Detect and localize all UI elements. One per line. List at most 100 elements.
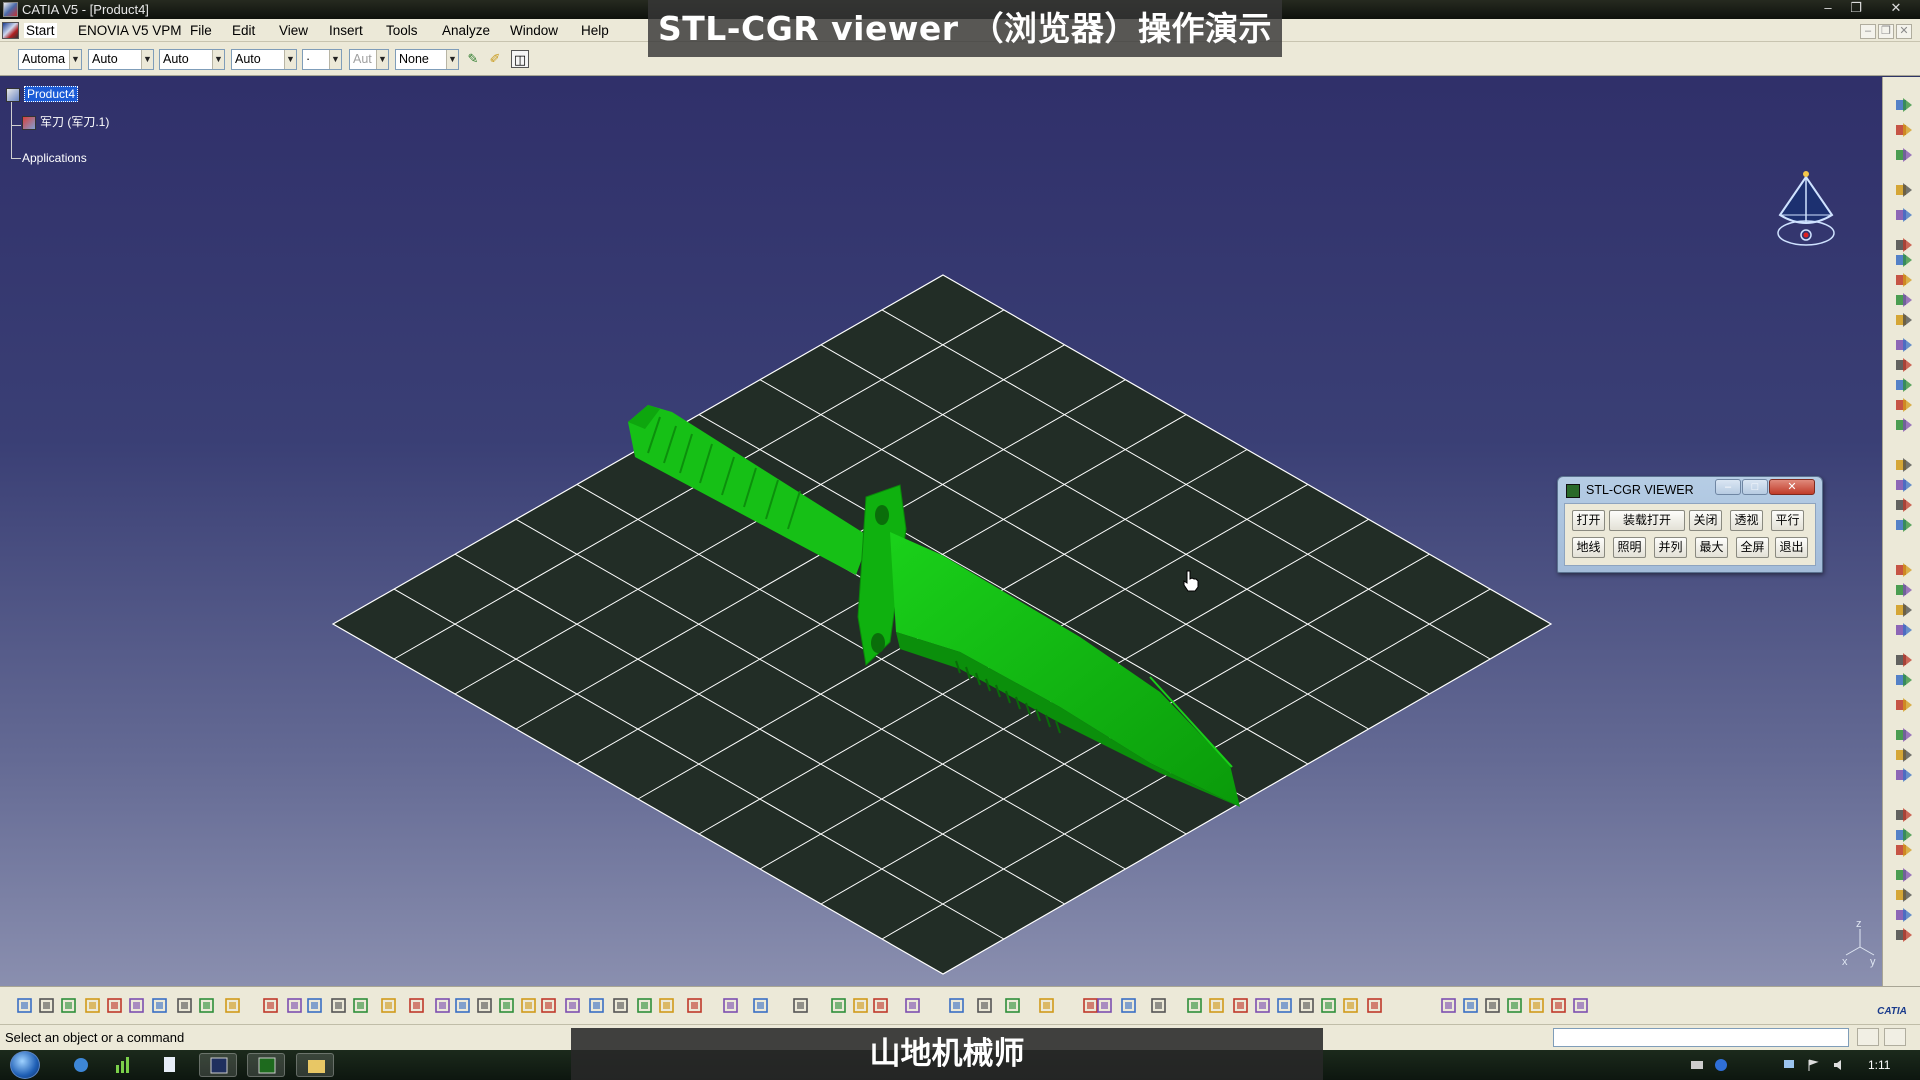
toolbar-right-icon[interactable]: [1895, 672, 1913, 688]
tray-network-icon[interactable]: [1782, 1058, 1796, 1072]
menu-tools[interactable]: Tools: [386, 23, 418, 38]
toolbar-bottom-icon[interactable]: [1208, 997, 1226, 1015]
toolbar-bottom-icon[interactable]: [564, 997, 582, 1015]
toolbar-right-icon[interactable]: [1895, 887, 1913, 903]
toolbar-bottom-icon[interactable]: [588, 997, 606, 1015]
viewer-maximize-button[interactable]: □: [1742, 479, 1768, 495]
toolbar-bottom-icon[interactable]: [976, 997, 994, 1015]
toolbar-bottom-icon[interactable]: [1038, 997, 1056, 1015]
toolbar-right-icon[interactable]: [1895, 907, 1913, 923]
menu-insert[interactable]: Insert: [329, 23, 363, 38]
toolbar-bottom-icon[interactable]: [1484, 997, 1502, 1015]
toolbar-bottom-icon[interactable]: [262, 997, 280, 1015]
toolbar-right-icon[interactable]: [1895, 767, 1913, 783]
viewer-fullscreen-button[interactable]: 全屏: [1736, 537, 1769, 558]
menu-start[interactable]: Start: [24, 23, 57, 38]
toolbar-bottom-icon[interactable]: [1186, 997, 1204, 1015]
toolbar-bottom-icon[interactable]: [306, 997, 324, 1015]
toolbar-right-icon[interactable]: [1895, 292, 1913, 308]
viewer-load-open-button[interactable]: 装载打开: [1609, 510, 1685, 531]
taskbar-viewer-icon[interactable]: [247, 1053, 285, 1077]
viewer-wireframe-button[interactable]: 地线: [1572, 537, 1605, 558]
toolbar-bottom-icon[interactable]: [1004, 997, 1022, 1015]
toolbar-right-icon[interactable]: [1895, 582, 1913, 598]
toolbar-bottom-icon[interactable]: [352, 997, 370, 1015]
viewer-perspective-button[interactable]: 透视: [1730, 510, 1763, 531]
line-weight-combo[interactable]: Auto ▼: [159, 49, 225, 70]
tray-flag-icon[interactable]: [1806, 1058, 1820, 1072]
toolbar-bottom-icon[interactable]: [1506, 997, 1524, 1015]
toolbar-bottom-icon[interactable]: [454, 997, 472, 1015]
toolbar-bottom-icon[interactable]: [434, 997, 452, 1015]
taskbar-document-icon[interactable]: [150, 1053, 188, 1077]
toolbar-bottom-icon[interactable]: [852, 997, 870, 1015]
viewer-lighting-button[interactable]: 照明: [1613, 537, 1646, 558]
toolbar-right-icon[interactable]: [1895, 827, 1913, 843]
restore-button[interactable]: ❐: [1846, 1, 1866, 17]
menu-window[interactable]: Window: [510, 23, 558, 38]
toolbar-bottom-icon[interactable]: [106, 997, 124, 1015]
toolbar-bottom-icon[interactable]: [904, 997, 922, 1015]
viewer-close-button[interactable]: ✕: [1769, 479, 1815, 495]
tray-help-icon[interactable]: [1714, 1058, 1728, 1072]
toolbar-bottom-icon[interactable]: [1096, 997, 1114, 1015]
toolbar-bottom-icon[interactable]: [128, 997, 146, 1015]
menu-view[interactable]: View: [279, 23, 308, 38]
toolbar-right-icon[interactable]: [1895, 147, 1913, 163]
toolbar-bottom-icon[interactable]: [1342, 997, 1360, 1015]
viewer-maximize-view-button[interactable]: 最大: [1695, 537, 1728, 558]
layer-combo[interactable]: None ▼: [395, 49, 459, 70]
toolbar-right-icon[interactable]: [1895, 867, 1913, 883]
toolbar-right-icon[interactable]: [1895, 207, 1913, 223]
toolbar-bottom-icon[interactable]: [540, 997, 558, 1015]
toolbar-right-icon[interactable]: [1895, 807, 1913, 823]
painter-icon[interactable]: ✎: [464, 50, 482, 68]
minimize-button[interactable]: –: [1818, 1, 1838, 17]
viewer-open-button[interactable]: 打开: [1572, 510, 1605, 531]
viewer-exit-button[interactable]: 退出: [1775, 537, 1808, 558]
toolbar-bottom-icon[interactable]: [1366, 997, 1384, 1015]
format-paint-icon[interactable]: ✐: [486, 50, 504, 68]
transparency-combo[interactable]: Auto ▼: [88, 49, 154, 70]
toolbar-bottom-icon[interactable]: [872, 997, 890, 1015]
toolbar-bottom-icon[interactable]: [330, 997, 348, 1015]
toolbar-right-icon[interactable]: [1895, 602, 1913, 618]
doc-minimize-button[interactable]: –: [1860, 24, 1876, 39]
windows-start-button[interactable]: [10, 1051, 40, 1079]
toolbar-bottom-icon[interactable]: [84, 997, 102, 1015]
toolbar-right-icon[interactable]: [1895, 272, 1913, 288]
tree-node-applications[interactable]: Applications: [22, 151, 87, 165]
toolbar-right-icon[interactable]: [1895, 417, 1913, 433]
rendering-style-combo[interactable]: Aut ▼: [349, 49, 389, 70]
toolbar-bottom-icon[interactable]: [1120, 997, 1138, 1015]
toolbar-bottom-icon[interactable]: [224, 997, 242, 1015]
toolbar-right-icon[interactable]: [1895, 97, 1913, 113]
viewer-minimize-button[interactable]: –: [1715, 479, 1741, 495]
menu-file[interactable]: File: [190, 23, 212, 38]
toolbar-right-icon[interactable]: [1895, 312, 1913, 328]
toolbar-bottom-icon[interactable]: [658, 997, 676, 1015]
viewer-parallel-button[interactable]: 平行: [1771, 510, 1804, 531]
doc-restore-button[interactable]: ❐: [1878, 24, 1894, 39]
tray-keyboard-icon[interactable]: [1690, 1058, 1704, 1072]
toolbar-bottom-icon[interactable]: [60, 997, 78, 1015]
toolbar-right-icon[interactable]: [1895, 562, 1913, 578]
toolbar-bottom-icon[interactable]: [948, 997, 966, 1015]
toolbar-bottom-icon[interactable]: [286, 997, 304, 1015]
toolbar-right-icon[interactable]: [1895, 397, 1913, 413]
toolbar-bottom-icon[interactable]: [1298, 997, 1316, 1015]
toolbar-right-icon[interactable]: [1895, 182, 1913, 198]
toolbar-bottom-icon[interactable]: [1462, 997, 1480, 1015]
toolbar-bottom-icon[interactable]: [476, 997, 494, 1015]
toolbar-bottom-icon[interactable]: [498, 997, 516, 1015]
toolbar-right-icon[interactable]: [1895, 697, 1913, 713]
toolbar-bottom-icon[interactable]: [1150, 997, 1168, 1015]
tree-node-knife[interactable]: 军刀 (军刀.1): [22, 113, 109, 130]
close-button[interactable]: ✕: [1886, 1, 1906, 17]
toolbar-bottom-icon[interactable]: [792, 997, 810, 1015]
toolbar-bottom-icon[interactable]: [408, 997, 426, 1015]
toolbar-bottom-icon[interactable]: [636, 997, 654, 1015]
toolbar-right-icon[interactable]: [1895, 122, 1913, 138]
toolbar-right-icon[interactable]: [1895, 517, 1913, 533]
menu-enovia[interactable]: ENOVIA V5 VPM: [78, 23, 182, 38]
